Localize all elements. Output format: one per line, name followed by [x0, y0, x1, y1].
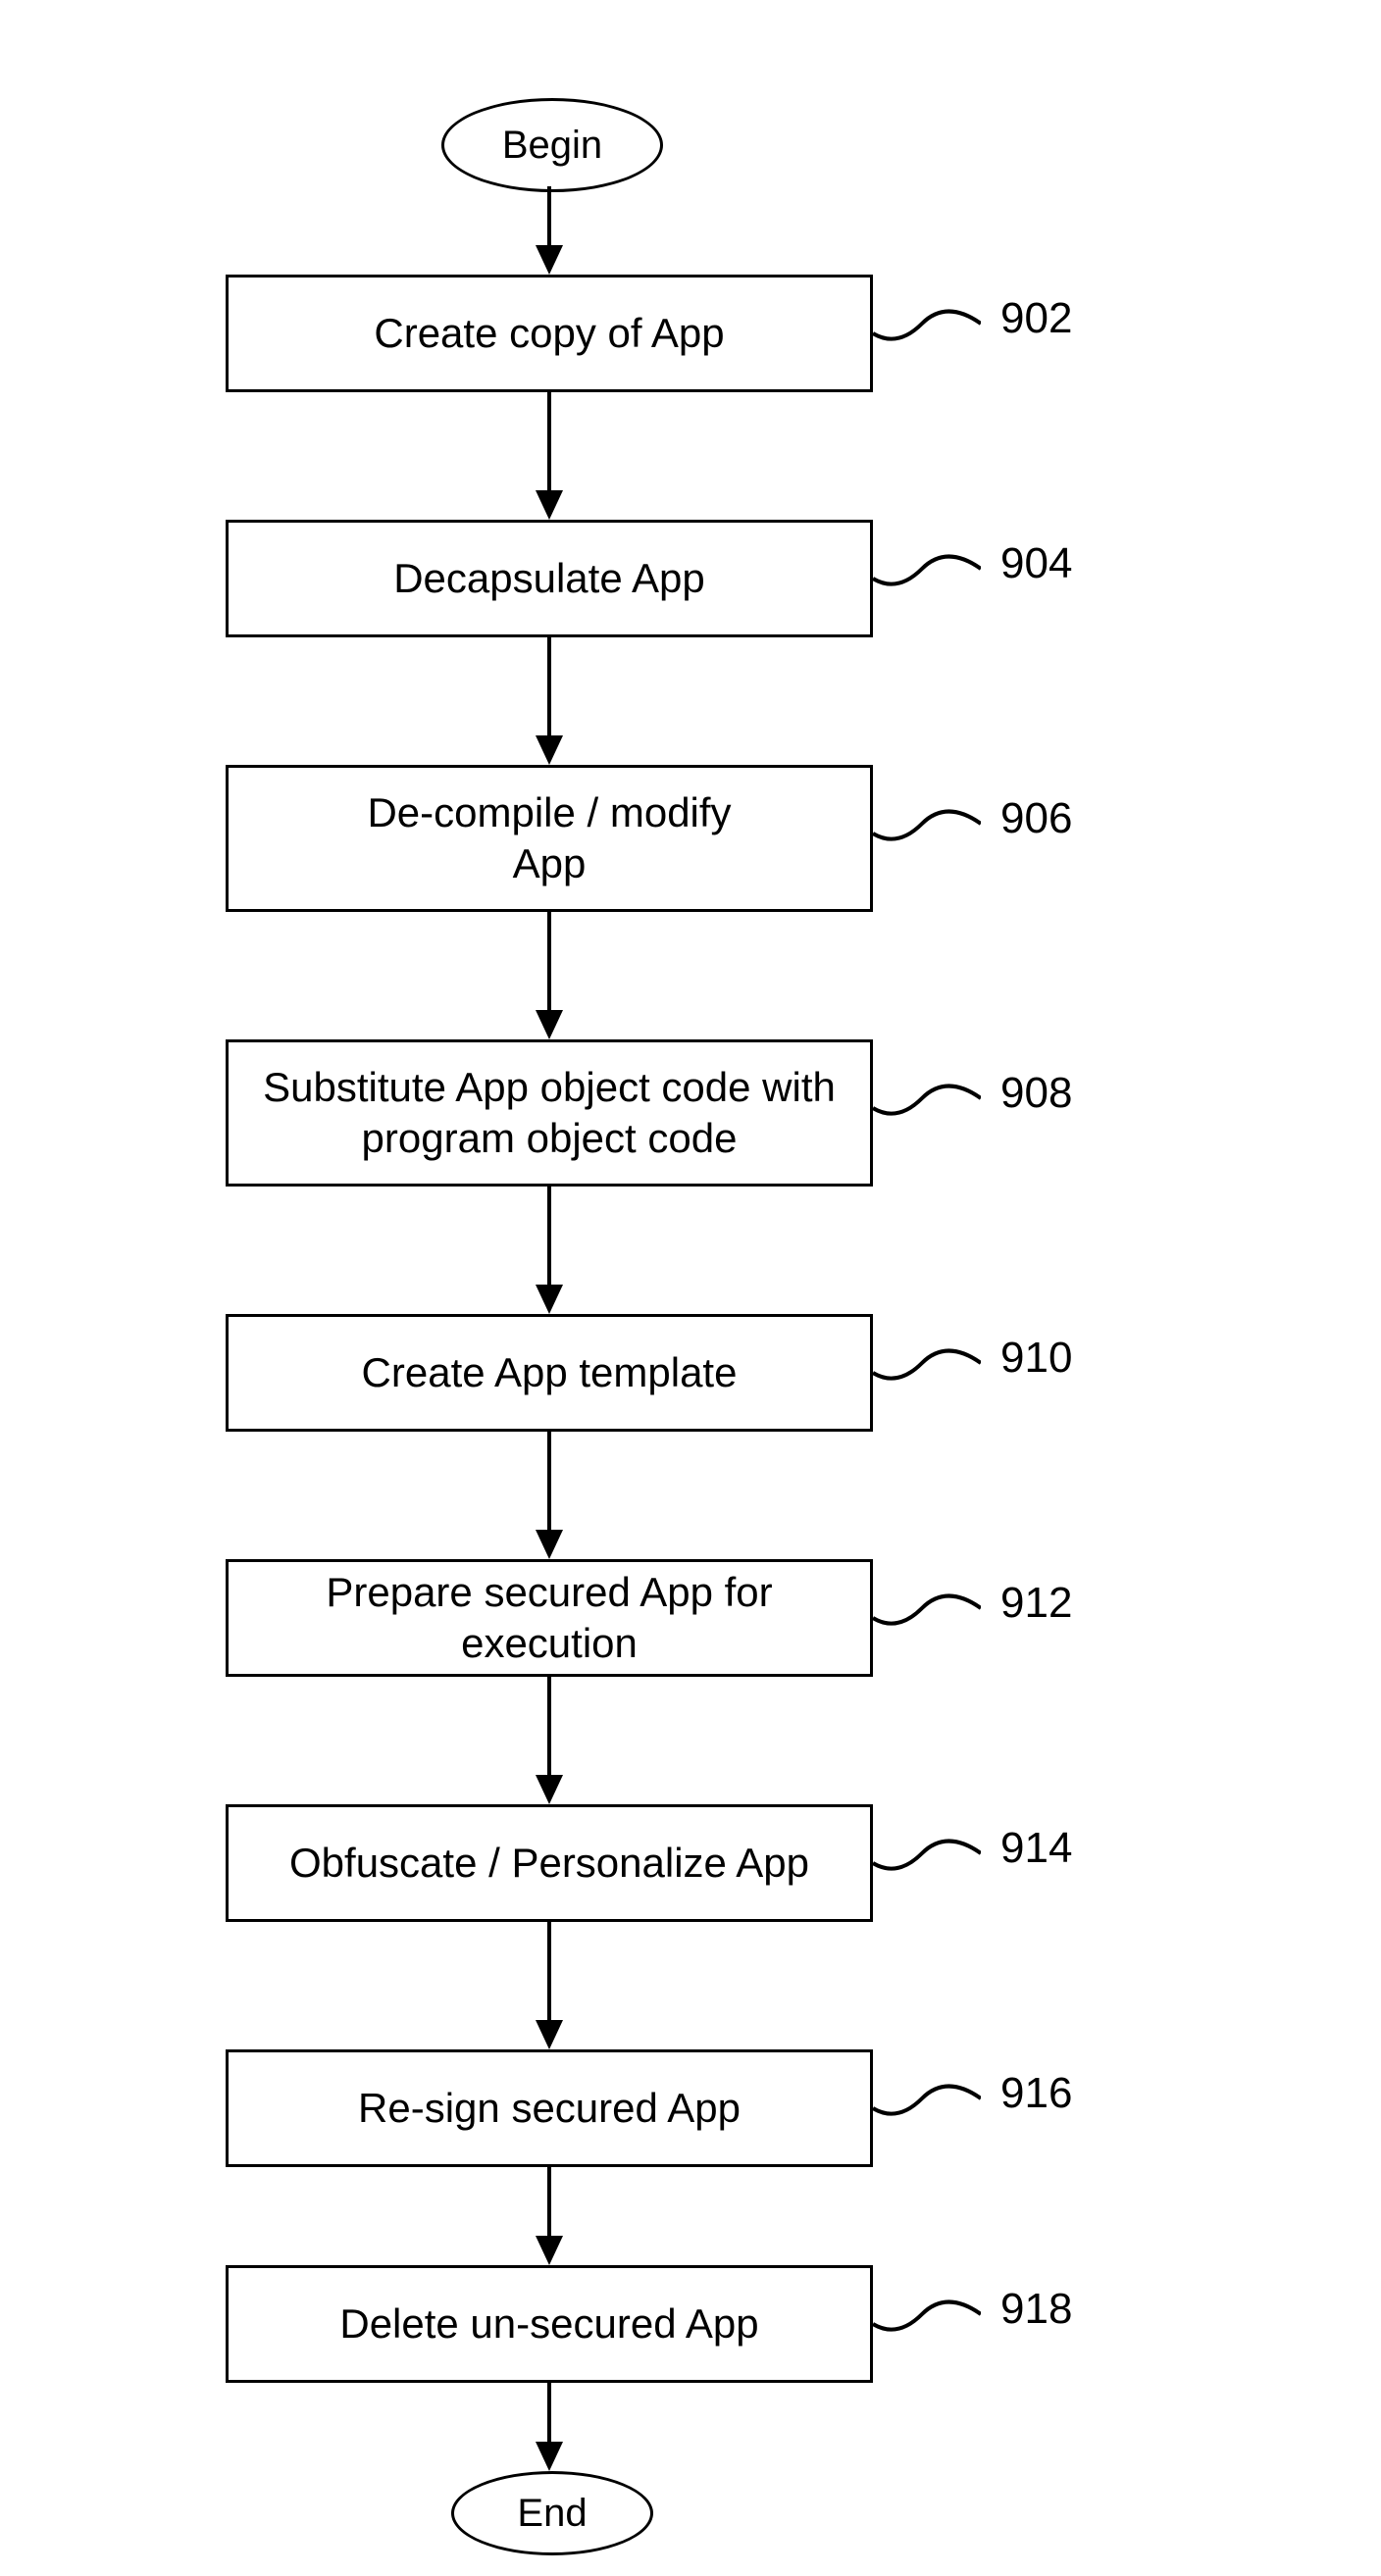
- process-step-902: Create copy of App: [226, 275, 873, 392]
- arrow-908-to-910: [530, 1187, 569, 1314]
- ref-label-906: 906: [1000, 794, 1072, 843]
- leader-line-908: [873, 1069, 981, 1128]
- leader-line-904: [873, 539, 981, 598]
- ref-label-914: 914: [1000, 1824, 1072, 1873]
- ref-label-916: 916: [1000, 2069, 1072, 2118]
- arrow-914-to-916: [530, 1922, 569, 2049]
- arrow-918-to-end: [530, 2383, 569, 2471]
- arrow-912-to-914: [530, 1677, 569, 1804]
- process-step-912: Prepare secured App for execution: [226, 1559, 873, 1677]
- leader-line-918: [873, 2285, 981, 2344]
- leader-line-906: [873, 794, 981, 853]
- ref-label-908: 908: [1000, 1069, 1072, 1118]
- terminator-end: End: [451, 2471, 653, 2555]
- ref-label-904: 904: [1000, 539, 1072, 588]
- arrow-916-to-918: [530, 2167, 569, 2265]
- process-step-908: Substitute App object code with program …: [226, 1039, 873, 1187]
- flowchart-canvas: Begin Create copy of App 902 Decapsulate…: [0, 0, 1381, 2576]
- ref-label-910: 910: [1000, 1334, 1072, 1383]
- leader-line-912: [873, 1579, 981, 1638]
- ref-label-912: 912: [1000, 1579, 1072, 1628]
- arrow-902-to-904: [530, 392, 569, 520]
- arrow-begin-to-902: [530, 186, 569, 275]
- terminator-begin: Begin: [441, 98, 663, 192]
- arrow-906-to-908: [530, 912, 569, 1039]
- leader-line-910: [873, 1334, 981, 1392]
- process-step-910: Create App template: [226, 1314, 873, 1432]
- process-step-916: Re-sign secured App: [226, 2049, 873, 2167]
- ref-label-902: 902: [1000, 294, 1072, 343]
- process-step-906: De-compile / modify App: [226, 765, 873, 912]
- process-step-904: Decapsulate App: [226, 520, 873, 637]
- leader-line-914: [873, 1824, 981, 1883]
- ref-label-918: 918: [1000, 2285, 1072, 2334]
- leader-line-916: [873, 2069, 981, 2128]
- leader-line-902: [873, 294, 981, 353]
- process-step-918: Delete un-secured App: [226, 2265, 873, 2383]
- arrow-904-to-906: [530, 637, 569, 765]
- process-step-914: Obfuscate / Personalize App: [226, 1804, 873, 1922]
- arrow-910-to-912: [530, 1432, 569, 1559]
